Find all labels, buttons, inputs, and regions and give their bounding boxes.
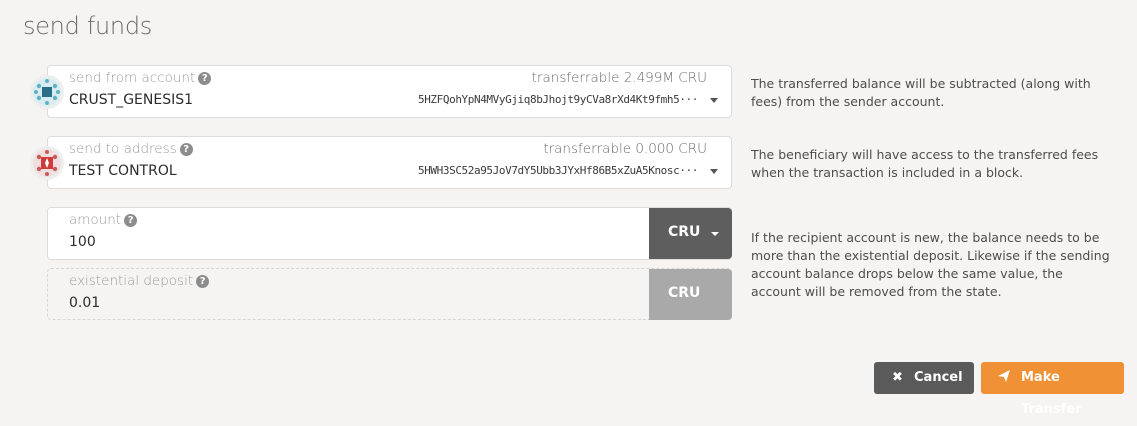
- modal-title: send funds: [23, 12, 152, 40]
- from-identicon-icon: [30, 75, 64, 109]
- make-transfer-label: Make Transfer: [1021, 370, 1082, 417]
- send-to-label: send to address?: [69, 141, 193, 157]
- amount-label: amount?: [69, 212, 138, 228]
- amount-unit-dropdown[interactable]: CRU: [649, 208, 732, 259]
- cancel-button[interactable]: ✖ Cancel: [874, 362, 974, 394]
- chevron-down-icon[interactable]: [710, 169, 718, 174]
- from-address: 5HZFQohYpN4MVyGjiq8bJhojt9yCVa8rXd4Kt9fm…: [417, 93, 698, 106]
- make-transfer-button[interactable]: Make Transfer: [981, 362, 1124, 417]
- close-icon: ✖: [892, 370, 903, 385]
- help-icon[interactable]: ?: [124, 214, 138, 227]
- to-identicon-icon: [30, 146, 64, 180]
- amount-field[interactable]: amount? 100: [47, 207, 732, 260]
- from-transferrable: transferrable 2.499M CRU: [531, 70, 707, 86]
- existential-deposit-label: existential deposit?: [69, 273, 210, 289]
- help-icon[interactable]: ?: [196, 275, 210, 288]
- help-icon[interactable]: ?: [179, 143, 193, 156]
- to-help-text: The beneficiary will have access to the …: [751, 147, 1099, 180]
- help-icon[interactable]: ?: [198, 72, 212, 85]
- amount-help-text: If the recipient account is new, the bal…: [751, 230, 1110, 299]
- chevron-down-icon: [711, 232, 719, 236]
- send-from-field[interactable]: send from account? transferrable 2.499M …: [47, 65, 732, 118]
- send-to-field[interactable]: send to address? transferrable 0.000 CRU…: [47, 136, 732, 189]
- amount-unit-label: CRU: [668, 224, 701, 240]
- from-account-name: CRUST_GENESIS1: [69, 92, 194, 108]
- to-address: 5HWH3SC52a95JoV7dY5Ubb3JYxHf86B5xZuA5Kno…: [417, 164, 698, 177]
- send-from-label: send from account?: [69, 70, 212, 86]
- existential-unit-label: CRU: [668, 285, 701, 301]
- amount-input[interactable]: 100: [69, 234, 96, 250]
- to-account-name: TEST CONTROL: [69, 163, 177, 179]
- existential-deposit-value: 0.01: [69, 295, 101, 311]
- from-help-text: The transferred balance will be subtract…: [751, 76, 1091, 109]
- existential-deposit-field: existential deposit? 0.01: [47, 268, 732, 320]
- to-transferrable: transferrable 0.000 CRU: [543, 141, 707, 157]
- chevron-down-icon[interactable]: [710, 98, 718, 103]
- paper-plane-icon: [997, 362, 1011, 394]
- cancel-label: Cancel: [914, 370, 963, 385]
- existential-unit: CRU: [649, 269, 732, 320]
